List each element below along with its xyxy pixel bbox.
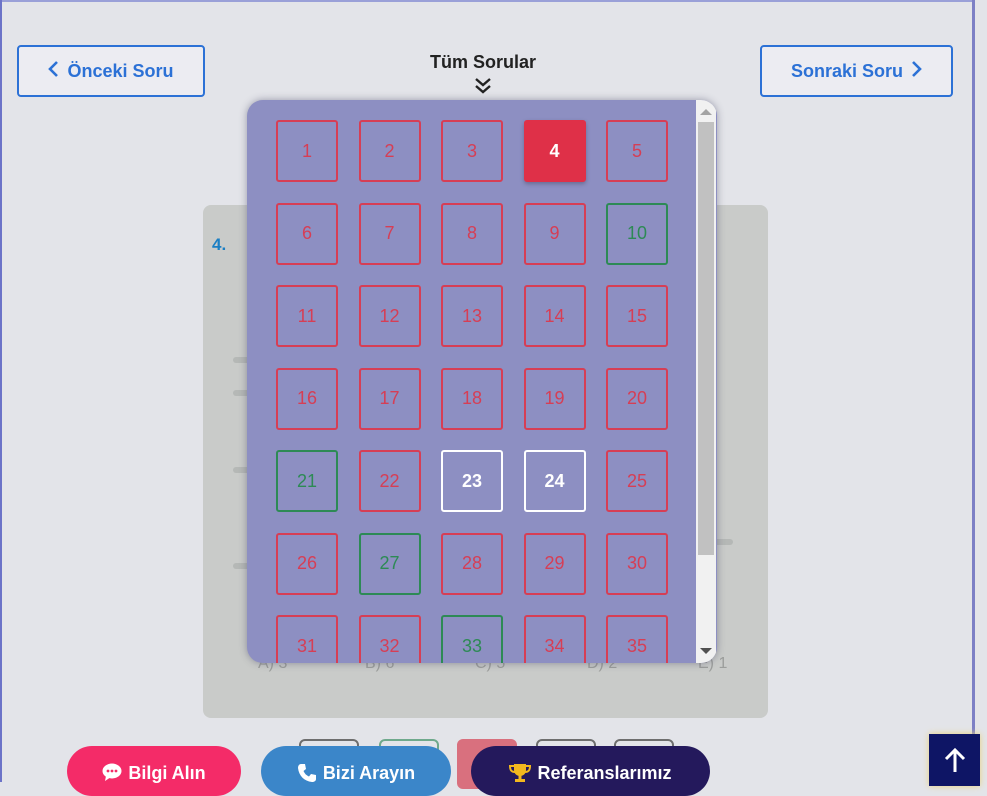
question-cell-14[interactable]: 14 — [523, 285, 586, 347]
question-cell-10[interactable]: 10 — [606, 202, 668, 265]
previous-question-label: Önceki Soru — [67, 60, 174, 81]
question-cell-32[interactable]: 32 — [358, 615, 421, 663]
question-cell-30[interactable]: 30 — [606, 532, 668, 595]
next-question-button[interactable]: Sonraki Soru — [760, 45, 953, 97]
frame-border-right — [972, 0, 975, 782]
all-questions-toggle[interactable]: Tüm Sorular — [383, 52, 583, 95]
chat-bubble-icon — [102, 763, 122, 786]
question-cell-2[interactable]: 2 — [358, 120, 421, 182]
question-cell-28[interactable]: 28 — [441, 532, 503, 595]
question-cell-6[interactable]: 6 — [276, 202, 338, 265]
question-cell-12[interactable]: 12 — [358, 285, 421, 347]
question-cell-27[interactable]: 27 — [358, 532, 421, 595]
scroll-down-icon[interactable] — [700, 648, 712, 654]
question-cell-9[interactable]: 9 — [523, 202, 586, 265]
question-cell-26[interactable]: 26 — [276, 532, 338, 595]
phone-icon — [297, 763, 317, 788]
question-cell-22[interactable]: 22 — [358, 450, 421, 512]
call-us-label: Bizi Arayın — [322, 763, 416, 783]
question-cell-31[interactable]: 31 — [276, 615, 338, 663]
question-cell-13[interactable]: 13 — [441, 285, 503, 347]
scroll-to-top-button[interactable] — [929, 734, 980, 786]
question-cell-16[interactable]: 16 — [276, 367, 338, 430]
question-grid: 1 2 3 4 5 6 7 8 9 10 11 12 13 14 15 16 17 18 19 20 21 22 23 24 2… — [276, 120, 696, 663]
trophy-icon — [509, 763, 532, 788]
frame-border-left — [0, 0, 2, 782]
question-cell-3[interactable]: 3 — [441, 120, 503, 182]
question-cell-11[interactable]: 11 — [276, 285, 338, 347]
arrow-up-icon — [944, 747, 965, 772]
panel-scrollbar[interactable] — [696, 100, 716, 663]
get-info-label: Bilgi Alın — [128, 763, 206, 783]
question-cell-25[interactable]: 25 — [606, 450, 668, 512]
references-label: Referanslarımız — [537, 763, 672, 783]
question-cell-23[interactable]: 23 — [441, 450, 503, 512]
question-number: 4. — [212, 235, 227, 254]
question-cell-24[interactable]: 24 — [523, 450, 586, 512]
question-cell-4[interactable]: 4 — [523, 120, 586, 182]
question-cell-5[interactable]: 5 — [606, 120, 668, 182]
question-cell-15[interactable]: 15 — [606, 285, 668, 347]
question-cell-20[interactable]: 20 — [606, 367, 668, 430]
question-cell-35[interactable]: 35 — [606, 615, 668, 663]
question-cell-8[interactable]: 8 — [441, 202, 503, 265]
question-cell-29[interactable]: 29 — [523, 532, 586, 595]
chevron-right-icon — [911, 60, 922, 82]
call-us-button[interactable]: Bizi Arayın — [261, 746, 451, 796]
previous-question-button[interactable]: Önceki Soru — [17, 45, 205, 97]
question-cell-21[interactable]: 21 — [276, 450, 338, 512]
next-question-label: Sonraki Soru — [790, 60, 904, 81]
question-cell-18[interactable]: 18 — [441, 367, 503, 430]
question-cell-34[interactable]: 34 — [523, 615, 586, 663]
references-button[interactable]: Referanslarımız — [471, 746, 710, 796]
chevron-left-icon — [48, 60, 59, 82]
question-cell-19[interactable]: 19 — [523, 367, 586, 430]
question-cell-33[interactable]: 33 — [441, 615, 503, 663]
get-info-button[interactable]: Bilgi Alın — [67, 746, 241, 796]
question-navigator-panel: 1 2 3 4 5 6 7 8 9 10 11 12 13 14 15 16 17 18 19 20 21 22 23 24 2… — [247, 100, 717, 663]
all-questions-label: Tüm Sorular — [429, 52, 536, 72]
question-cell-1[interactable]: 1 — [276, 120, 338, 182]
question-cell-7[interactable]: 7 — [358, 202, 421, 265]
double-chevron-down-icon — [475, 78, 491, 94]
frame-border-top — [0, 0, 975, 2]
scroll-up-icon[interactable] — [700, 109, 712, 115]
scrollbar-thumb[interactable] — [698, 122, 714, 555]
question-cell-17[interactable]: 17 — [358, 367, 421, 430]
